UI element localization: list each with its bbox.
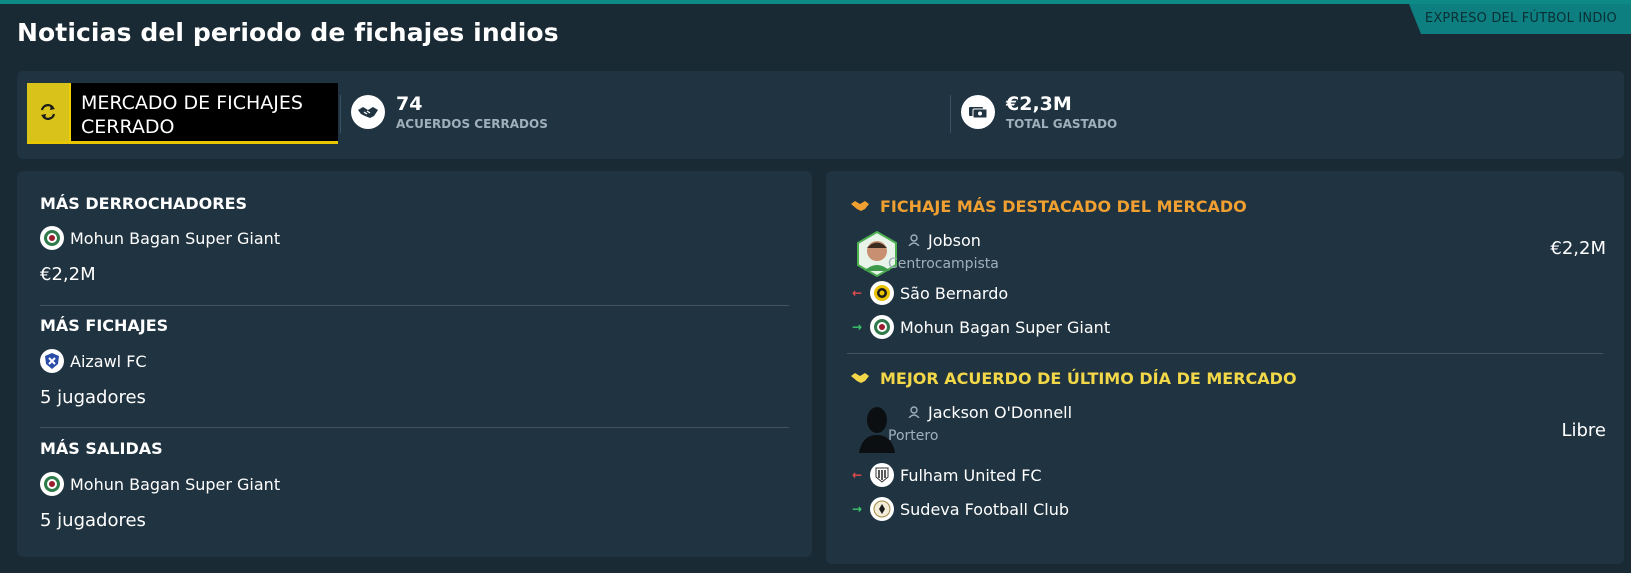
top-signing-heading: FICHAJE MÁS DESTACADO DEL MERCADO [880, 197, 1247, 216]
spenders-club-name: Mohun Bagan Super Giant [70, 228, 281, 248]
deadline-deal-fee: Libre [1561, 420, 1606, 441]
from-club-name: São Bernardo [900, 283, 1009, 303]
departures-club-row[interactable]: Mohun Bagan Super Giant [40, 472, 280, 496]
deals-stat: 74 ACUERDOS CERRADOS [351, 93, 548, 131]
deadline-deal-player-name: Jackson O'Donnell [928, 403, 1073, 422]
refresh-icon [27, 83, 71, 141]
departures-heading: MÁS SALIDAS [40, 439, 163, 458]
from-club-name: Fulham United FC [900, 465, 1042, 485]
arrow-left-icon: ← [852, 286, 863, 300]
top-signing-to-club[interactable]: → Mohun Bagan Super Giant [852, 315, 1110, 339]
market-status-line1: MERCADO DE FICHAJES [81, 92, 303, 114]
news-source-tag: EXPRESO DEL FÚTBOL INDIO [1409, 4, 1631, 34]
person-icon [908, 231, 920, 250]
deadline-deal-heading-row: MEJOR ACUERDO DE ÚLTIMO DÍA DE MERCADO [850, 369, 1297, 388]
arrow-right-icon: → [852, 320, 863, 334]
spenders-club-row[interactable]: Mohun Bagan Super Giant [40, 226, 280, 250]
handshake-icon [351, 95, 385, 129]
market-status-text: MERCADO DE FICHAJES CERRADO [71, 83, 313, 141]
market-status-box: MERCADO DE FICHAJES CERRADO [27, 83, 338, 144]
deals-label: ACUERDOS CERRADOS [396, 117, 548, 131]
signings-heading: MÁS FICHAJES [40, 316, 169, 335]
divider [340, 95, 341, 133]
divider [950, 95, 951, 133]
deadline-deal-heading: MEJOR ACUERDO DE ÚLTIMO DÍA DE MERCADO [880, 369, 1297, 388]
club-crest-icon [40, 472, 64, 496]
departures-club-name: Mohun Bagan Super Giant [70, 474, 281, 494]
top-signing-from-club[interactable]: ← São Bernardo [852, 281, 1008, 305]
club-crest-icon [40, 349, 64, 373]
club-crest-icon [40, 226, 64, 250]
deadline-deal-to-club[interactable]: → Sudeva Football Club [852, 497, 1069, 521]
highlights-panel: FICHAJE MÁS DESTACADO DEL MERCADO Jobson… [826, 171, 1624, 564]
club-crest-icon [870, 281, 894, 305]
spenders-value: €2,2M [40, 264, 96, 285]
spent-label: TOTAL GASTADO [1006, 117, 1118, 131]
signings-value: 5 jugadores [40, 387, 146, 408]
top-accent-line [0, 0, 1631, 4]
top-signing-player[interactable]: Jobson Centrocampista [854, 230, 999, 278]
top-signing-fee: €2,2M [1550, 238, 1606, 259]
market-status-line2: CERRADO [81, 116, 175, 138]
handshake-icon [850, 369, 870, 388]
person-icon [908, 403, 920, 422]
top-signing-player-position: Centrocampista [888, 256, 999, 272]
arrow-right-icon: → [852, 502, 863, 516]
arrow-left-icon: ← [852, 468, 863, 482]
club-crest-icon [870, 315, 894, 339]
deadline-deal-player[interactable]: Jackson O'Donnell Portero [854, 403, 1072, 453]
divider [40, 427, 789, 428]
spenders-heading: MÁS DERROCHADORES [40, 194, 248, 213]
club-crest-icon [870, 497, 894, 521]
money-icon [961, 95, 995, 129]
divider [40, 305, 789, 306]
signings-club-row[interactable]: Aizawl FC [40, 349, 147, 373]
club-crest-icon [870, 463, 894, 487]
to-club-name: Sudeva Football Club [900, 499, 1069, 519]
club-rankings-panel: MÁS DERROCHADORES Mohun Bagan Super Gian… [17, 171, 812, 557]
top-signing-player-name: Jobson [928, 231, 981, 250]
departures-value: 5 jugadores [40, 510, 146, 531]
deadline-deal-player-position: Portero [888, 428, 939, 444]
handshake-icon [850, 197, 870, 216]
deals-value: 74 [396, 93, 423, 115]
top-signing-heading-row: FICHAJE MÁS DESTACADO DEL MERCADO [850, 197, 1247, 216]
spent-stat: €2,3M TOTAL GASTADO [961, 93, 1117, 131]
summary-bar: MERCADO DE FICHAJES CERRADO 74 ACUERDOS … [17, 71, 1624, 159]
spent-value: €2,3M [1006, 93, 1072, 115]
page-title: Noticias del periodo de fichajes indios [17, 18, 559, 47]
signings-club-name: Aizawl FC [70, 351, 147, 371]
deadline-deal-from-club[interactable]: ← Fulham United FC [852, 463, 1042, 487]
to-club-name: Mohun Bagan Super Giant [900, 317, 1111, 337]
divider [847, 353, 1603, 354]
